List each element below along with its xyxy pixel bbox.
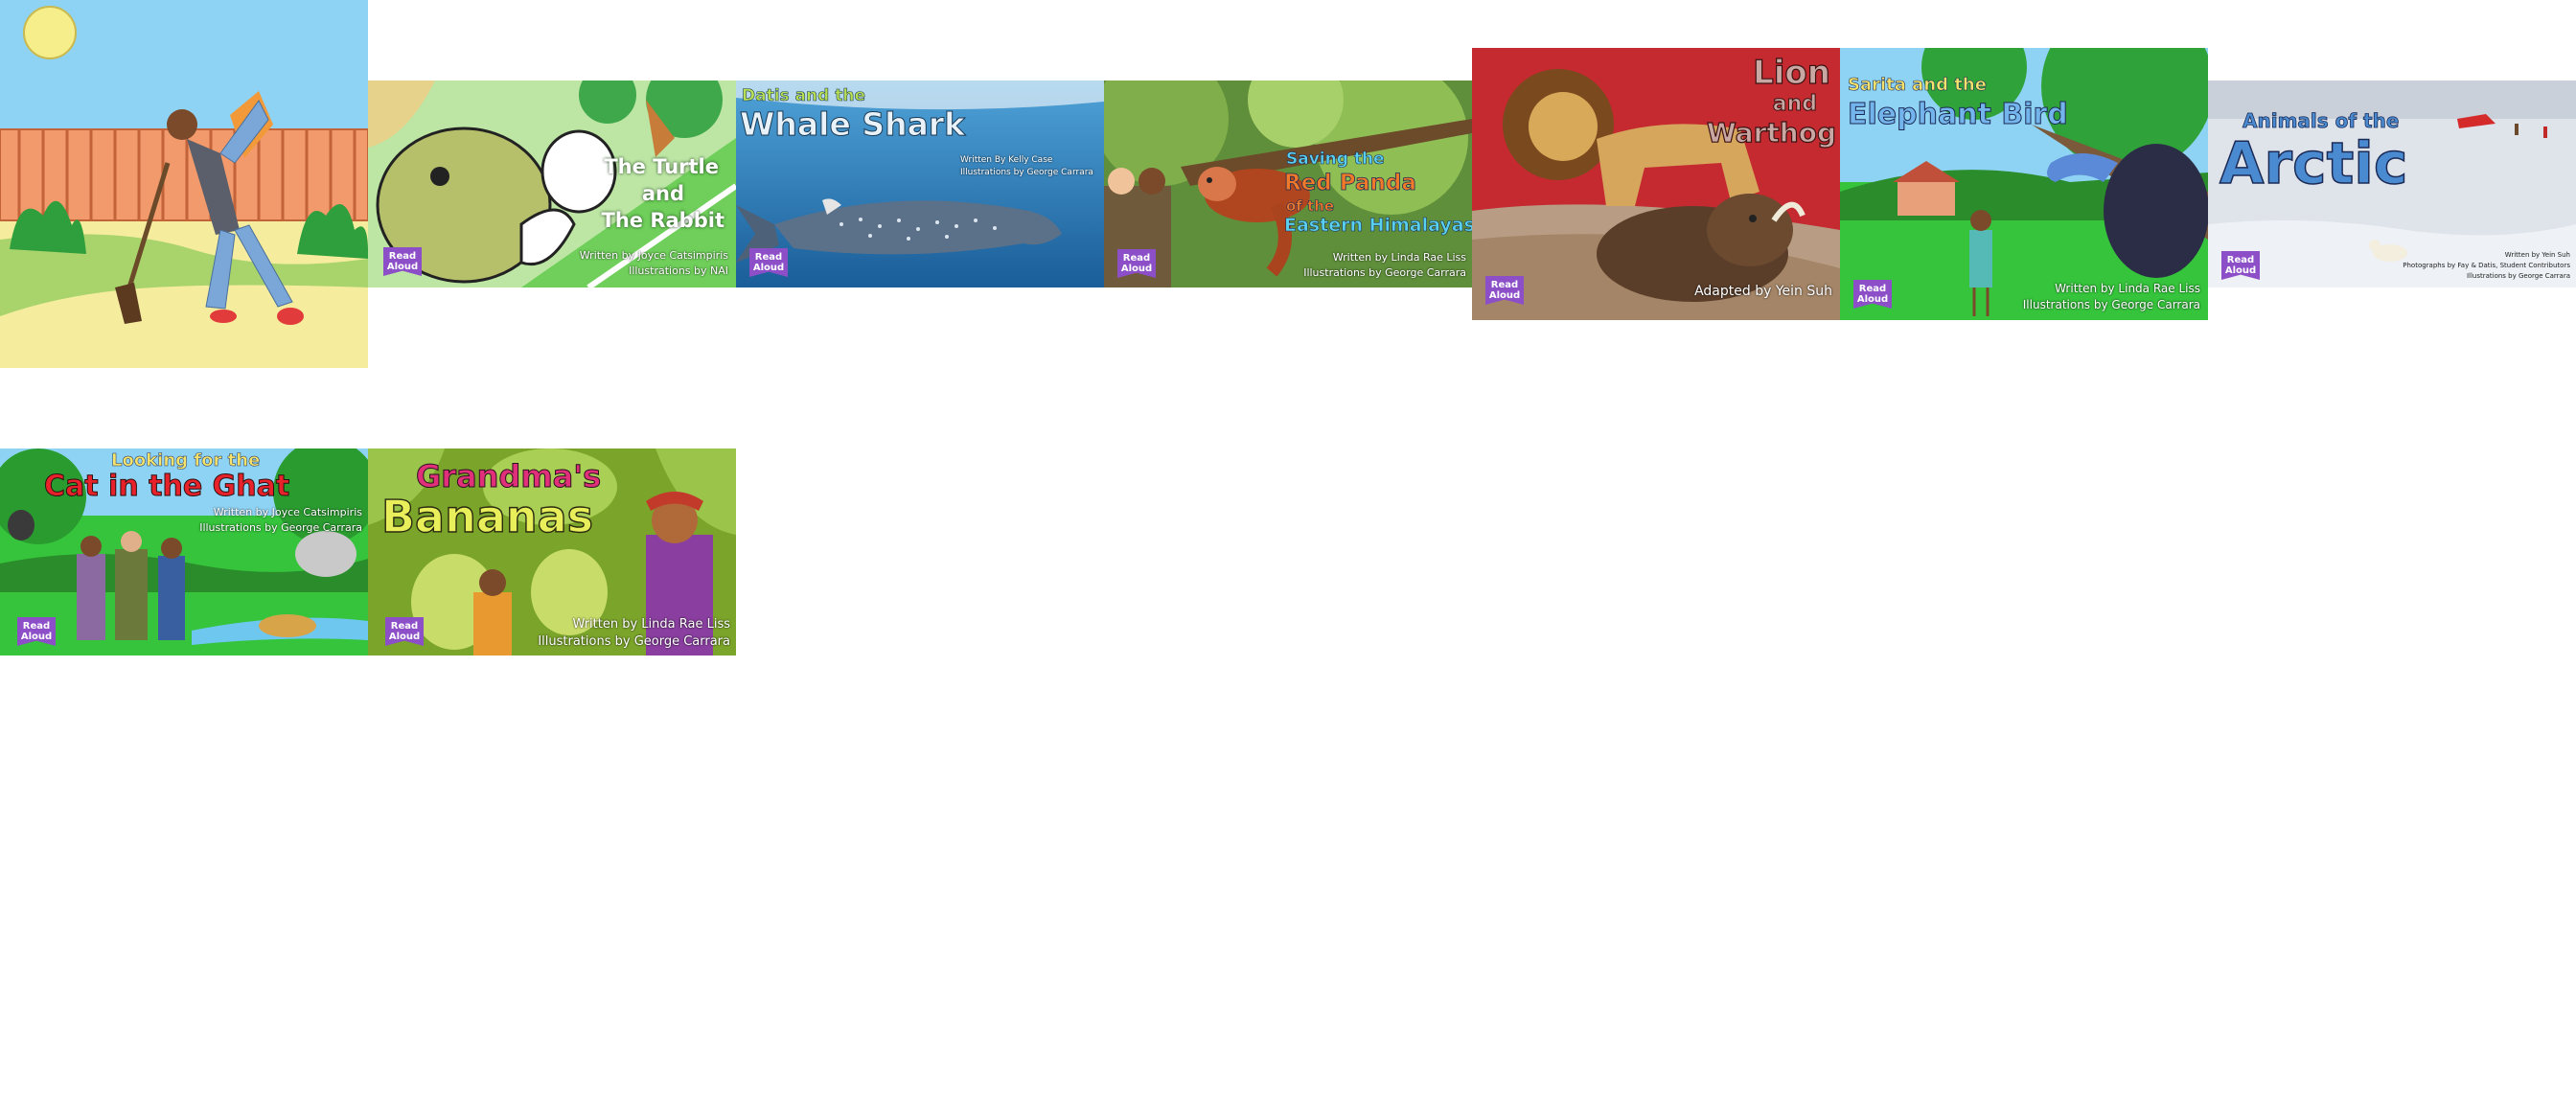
title-line-2: and bbox=[641, 182, 684, 205]
credit-illustrator: Illustrations by NAI bbox=[629, 264, 728, 277]
badge-label-read: Read bbox=[1858, 284, 1887, 294]
badge-label-aloud: Aloud bbox=[2224, 265, 2257, 276]
badge-label-aloud: Aloud bbox=[1120, 264, 1153, 274]
book-cover-turtle[interactable]: The Turtle and The Rabbit Written by Joy… bbox=[368, 80, 736, 288]
title-line-1: Datis and the bbox=[742, 86, 866, 106]
title-line-1: Lion bbox=[1753, 53, 1831, 92]
book-cover-elephant[interactable]: Sarita and the Elephant Bird Written by … bbox=[1840, 48, 2208, 320]
badge-label-aloud: Aloud bbox=[388, 632, 421, 642]
badge-label-read: Read bbox=[390, 621, 419, 632]
title-line-1: Animals of the bbox=[2242, 109, 2400, 133]
title-line-1: The Turtle bbox=[604, 155, 719, 178]
title-line-1: Grandma's bbox=[415, 458, 602, 495]
badge-label-aloud: Aloud bbox=[1856, 294, 1889, 305]
book-cover-panda[interactable]: Saving the Red Panda of the Eastern Hima… bbox=[1104, 80, 1472, 288]
badge-label-aloud: Aloud bbox=[752, 263, 785, 273]
title-line-2: Elephant Bird bbox=[1848, 98, 2069, 132]
credit-author: Written by Linda Rae Liss bbox=[2055, 282, 2200, 295]
book-cover-whale[interactable]: Datis and the Whale Shark Written By Kel… bbox=[736, 80, 1104, 288]
credit-author: Written By Kelly Case bbox=[960, 155, 1053, 165]
credit-illustrator: Illustrations by George Carrara bbox=[960, 168, 1093, 177]
badge-label-read: Read bbox=[1490, 280, 1519, 290]
title-line-4: Eastern Himalayas bbox=[1284, 215, 1472, 237]
book-cover-lion[interactable]: Lion and Warthog Adapted by Yein Suh Rea… bbox=[1472, 48, 1840, 320]
title-line-2: Bananas bbox=[380, 490, 594, 542]
credit-photographer: Photographs by Fay & Datis, Student Cont… bbox=[2403, 262, 2570, 269]
book-cover-arctic[interactable]: Animals of the Arctic Written by Yein Su… bbox=[2208, 80, 2576, 288]
badge-label-read: Read bbox=[1122, 253, 1151, 264]
badge-label-aloud: Aloud bbox=[1488, 290, 1521, 301]
credit-author: Adapted by Yein Suh bbox=[1694, 284, 1832, 299]
credit-illustrator: Illustrations by George Carrara bbox=[199, 521, 362, 534]
credit-author: Written by Yein Suh bbox=[2504, 251, 2570, 259]
book-illustration-hoe bbox=[0, 0, 368, 368]
book-cover-bananas[interactable]: Grandma's Bananas Written by Linda Rae L… bbox=[368, 448, 736, 656]
credit-illustrator: Illustrations by George Carrara bbox=[538, 634, 730, 649]
title-line-2: Arctic bbox=[2219, 129, 2408, 198]
title-line-2: and bbox=[1772, 92, 1817, 117]
credit-illustrator: Illustrations by George Carrara bbox=[2466, 272, 2570, 280]
credit-author: Written by Joyce Catsimpiris bbox=[579, 249, 728, 262]
title-line-3: Warthog bbox=[1706, 116, 1836, 149]
credit-illustrator: Illustrations by George Carrara bbox=[1303, 266, 1466, 279]
badge-label-aloud: Aloud bbox=[386, 262, 419, 272]
badge-label-read: Read bbox=[22, 621, 51, 632]
credit-author: Written by Linda Rae Liss bbox=[1332, 251, 1466, 264]
credit-author: Written by Joyce Catsimpiris bbox=[213, 506, 362, 518]
title-line-1: Looking for the bbox=[111, 450, 261, 472]
title-line-2: Cat in the Ghat bbox=[43, 470, 290, 504]
badge-label-aloud: Aloud bbox=[20, 632, 53, 642]
badge-label-read: Read bbox=[2226, 255, 2255, 265]
title-line-2: Whale Shark bbox=[739, 105, 966, 144]
title-line-3: The Rabbit bbox=[601, 209, 724, 232]
book-cover-cat[interactable]: Looking for the Cat in the Ghat Written … bbox=[0, 448, 368, 656]
title-line-1: Sarita and the bbox=[1848, 75, 1988, 96]
title-line-2: Red Panda bbox=[1284, 171, 1417, 196]
title-line-1: Saving the bbox=[1286, 150, 1385, 170]
badge-label-read: Read bbox=[754, 252, 783, 263]
badge-label-read: Read bbox=[388, 251, 417, 262]
credit-illustrator: Illustrations by George Carrara bbox=[2022, 298, 2200, 311]
title-line-3: of the bbox=[1286, 197, 1335, 216]
credit-author: Written by Linda Rae Liss bbox=[572, 617, 730, 632]
book-cover-hoe[interactable] bbox=[0, 0, 368, 368]
